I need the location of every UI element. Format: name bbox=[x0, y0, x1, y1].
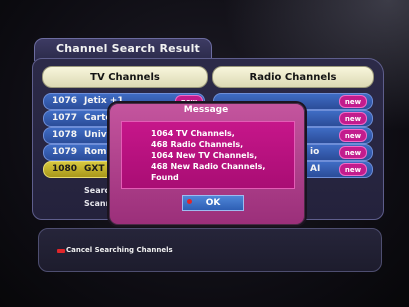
dialog-title: Message bbox=[183, 105, 229, 115]
channel-number: 1077 bbox=[52, 113, 78, 123]
channel-number: 1079 bbox=[52, 147, 78, 157]
radio-channel-name: AI bbox=[310, 164, 321, 174]
message-line: 1064 TV Channels, bbox=[151, 129, 235, 138]
channel-number: 1080 bbox=[52, 164, 78, 174]
channel-name: Carto bbox=[84, 113, 112, 123]
message-line: 468 Radio Channels, bbox=[151, 140, 244, 149]
message-line: 468 New Radio Channels, bbox=[151, 162, 266, 171]
tv-channels-header[interactable]: TV Channels bbox=[42, 66, 208, 88]
message-line: Found bbox=[151, 173, 179, 182]
channel-number: 1078 bbox=[52, 130, 78, 140]
new-badge: new bbox=[339, 163, 367, 176]
new-badge: new bbox=[339, 112, 367, 125]
new-badge: new bbox=[339, 95, 367, 108]
radio-channel-name: io bbox=[310, 147, 320, 157]
ok-key-icon bbox=[187, 199, 192, 204]
channel-name: GXT bbox=[84, 164, 105, 174]
new-badge: new bbox=[339, 146, 367, 159]
page-title: Channel Search Result bbox=[56, 42, 200, 55]
scan-status-label: Scann bbox=[84, 199, 112, 208]
cancel-search-hint[interactable]: Cancel Searching Channels bbox=[66, 246, 173, 254]
radio-channels-header[interactable]: Radio Channels bbox=[212, 66, 374, 88]
new-badge: new bbox=[339, 129, 367, 142]
channel-number: 1076 bbox=[52, 96, 78, 106]
message-line: 1064 New TV Channels, bbox=[151, 151, 258, 160]
red-key-icon bbox=[57, 249, 65, 253]
